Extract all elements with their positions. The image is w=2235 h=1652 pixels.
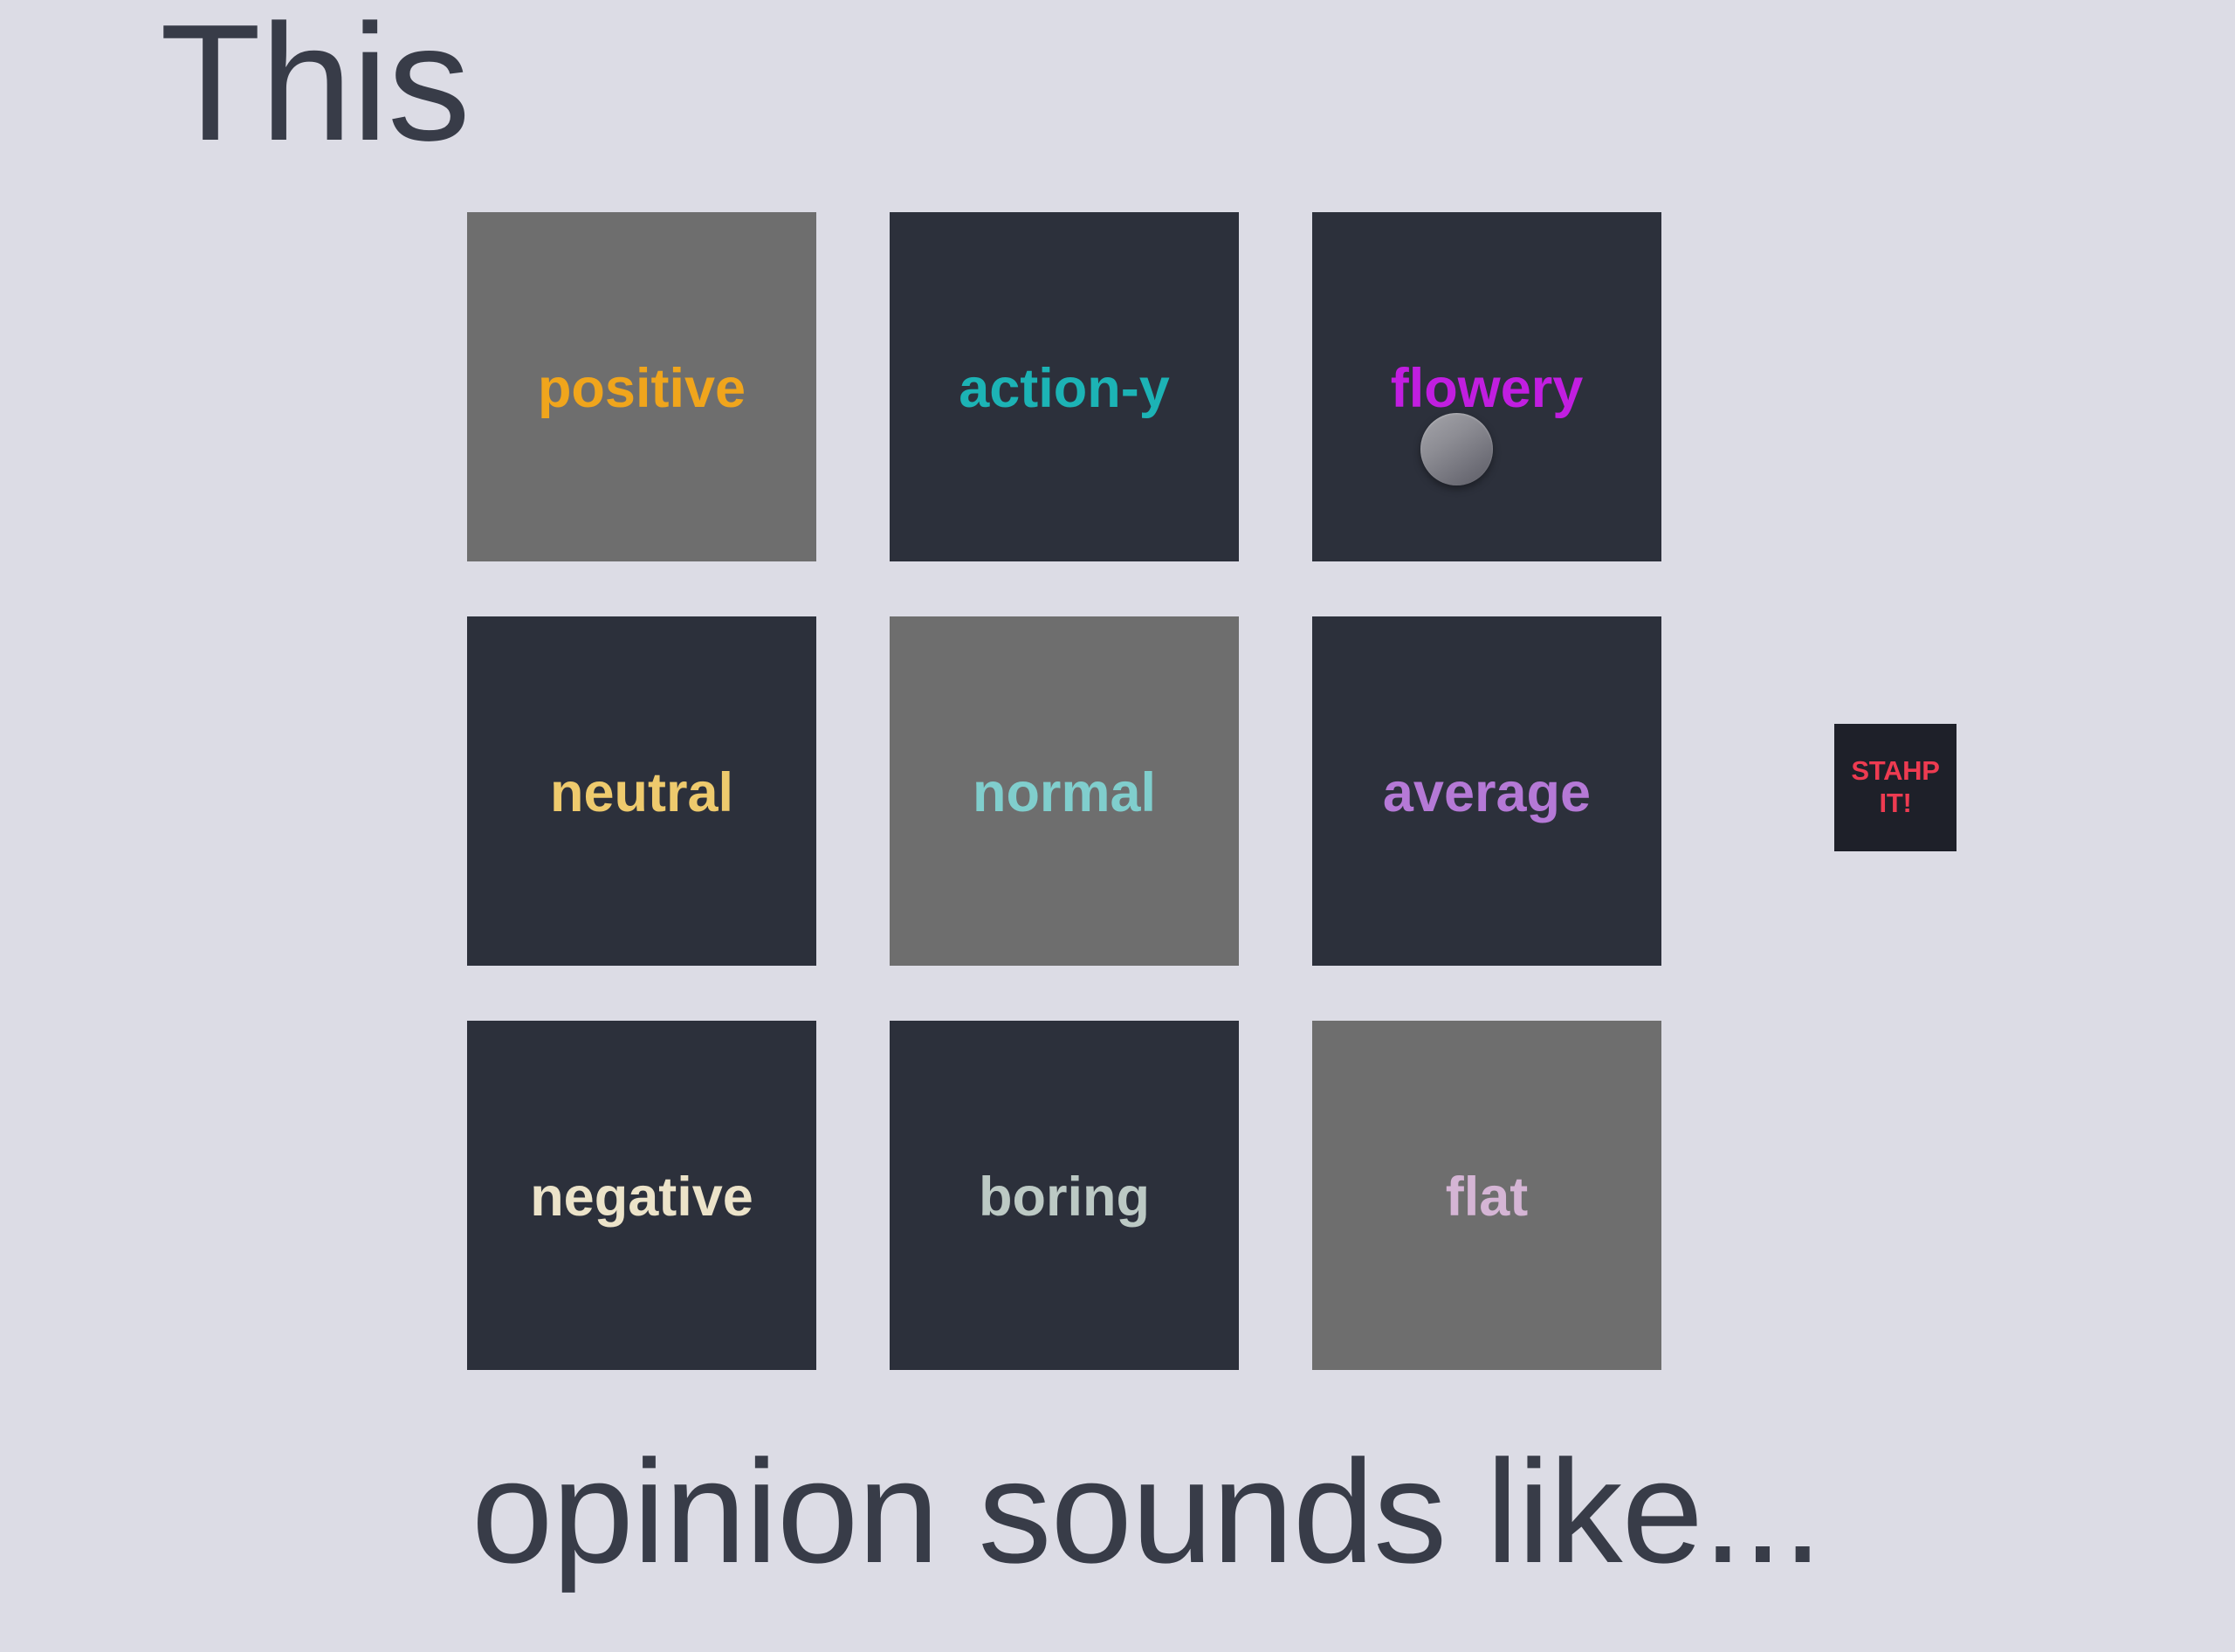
tile-negative[interactable]: negative <box>467 1021 816 1370</box>
tile-label: normal <box>972 761 1157 823</box>
tile-label: flowery <box>1390 357 1584 419</box>
tile-label: positive <box>537 357 746 419</box>
page-caption: opinion sounds like... <box>471 1429 1823 1593</box>
tile-flowery[interactable]: flowery <box>1312 212 1661 561</box>
tile-action-y[interactable]: action-y <box>890 212 1239 561</box>
tile-label: action-y <box>959 357 1170 419</box>
tile-label: average <box>1382 761 1592 823</box>
tile-boring[interactable]: boring <box>890 1021 1239 1370</box>
word-tile-grid: positive action-y flowery neutral normal… <box>467 212 1661 1371</box>
stahp-button-line-2: IT! <box>1879 788 1912 818</box>
tile-positive[interactable]: positive <box>467 212 816 561</box>
tile-label: flat <box>1445 1166 1529 1228</box>
stahp-button-line-1: STAHP <box>1851 755 1940 787</box>
tile-label: boring <box>979 1166 1150 1228</box>
tile-label: neutral <box>549 761 734 823</box>
tile-label: negative <box>530 1166 753 1228</box>
stahp-it-button[interactable]: STAHP IT! <box>1834 724 1956 851</box>
tile-neutral[interactable]: neutral <box>467 616 816 966</box>
app-stage: This positive action-y flowery neutral n… <box>0 0 2235 1652</box>
page-title: This <box>160 0 471 176</box>
tile-average[interactable]: average <box>1312 616 1661 966</box>
tile-flat[interactable]: flat <box>1312 1021 1661 1370</box>
tile-normal[interactable]: normal <box>890 616 1239 966</box>
